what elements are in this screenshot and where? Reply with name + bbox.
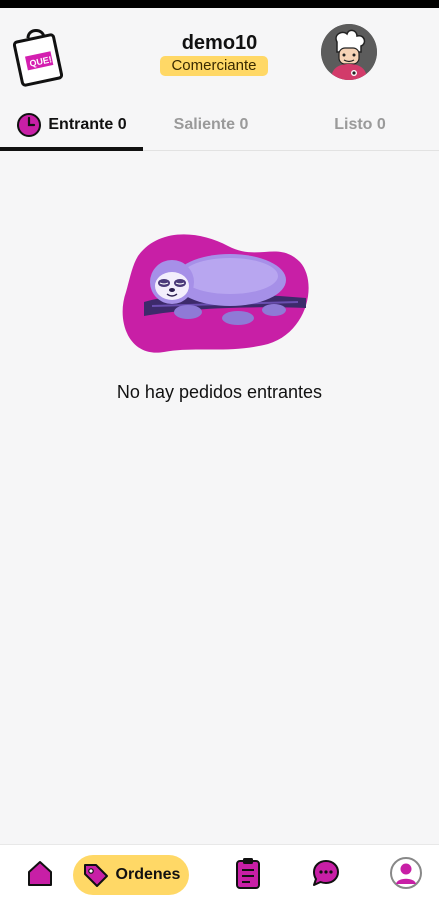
sleeping-sloth-illustration xyxy=(122,234,309,353)
empty-state-message: No hay pedidos entrantes xyxy=(116,382,323,402)
nav-orders[interactable]: Ordenes xyxy=(73,855,189,895)
home-icon xyxy=(28,861,52,886)
nav-clipboard[interactable] xyxy=(228,845,268,901)
tab-entrante-label: Entrante 0 xyxy=(48,116,127,133)
header: QUE! demo10 Comerciante xyxy=(0,8,439,100)
status-bar xyxy=(0,0,439,8)
tab-listo-label: Listo 0 xyxy=(334,116,386,133)
chef-avatar[interactable] xyxy=(321,24,377,80)
nav-orders-label: Ordenes xyxy=(115,866,181,883)
chat-icon xyxy=(313,860,339,886)
tab-entrante[interactable]: Entrante 0 xyxy=(0,100,143,151)
clock-icon xyxy=(17,113,42,137)
active-tab-indicator xyxy=(0,147,143,151)
clipboard-icon xyxy=(236,858,260,889)
tab-saliente-label: Saliente 0 xyxy=(173,116,249,133)
tab-listo[interactable]: Listo 0 xyxy=(290,100,430,150)
chef-avatar-icon xyxy=(321,24,377,80)
nav-chat[interactable] xyxy=(306,845,346,901)
role-badge: Comerciante xyxy=(160,56,268,76)
tag-icon xyxy=(83,864,108,887)
order-tabs: Entrante 0 Saliente 0 Listo 0 xyxy=(0,100,439,151)
tab-saliente[interactable]: Saliente 0 xyxy=(143,100,279,150)
nav-home[interactable] xyxy=(20,845,60,901)
profile-icon xyxy=(390,857,422,889)
bottom-nav: Ordenes xyxy=(0,844,439,901)
nav-profile[interactable] xyxy=(386,845,426,901)
